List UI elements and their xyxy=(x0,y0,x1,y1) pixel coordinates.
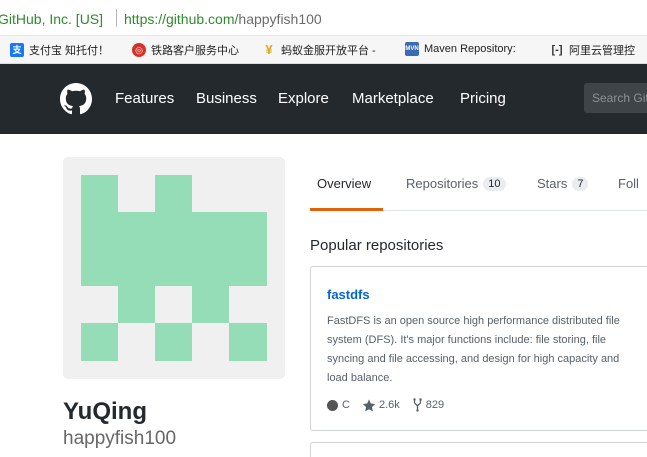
maven-icon: MVN xyxy=(405,42,419,56)
address-bar[interactable]: GitHub, Inc. [US] https://github.com/hap… xyxy=(0,0,647,36)
active-tab-indicator xyxy=(310,208,383,211)
identicon-block xyxy=(155,323,192,361)
identicon-block xyxy=(81,212,267,249)
repo-description: FastDFS is an open source high performan… xyxy=(327,315,620,384)
aliyun-icon: [-] xyxy=(551,44,563,56)
bookmark-maven[interactable]: MVN Maven Repository: xyxy=(405,42,516,56)
identicon-block xyxy=(192,286,229,323)
bookmarks-bar: 支 支付宝 知托付！ ◎ 铁路客户服务中心 ¥ 蚂蚁金服开放平台 - MVN M… xyxy=(0,36,647,64)
repo-meta: C 2.6k 829 xyxy=(327,398,444,412)
url-text[interactable]: https://github.com/happyfish100 xyxy=(124,11,322,27)
profile-fullname: YuQing xyxy=(63,398,147,425)
bookmark-label: 阿里云管理控 xyxy=(569,45,635,57)
repo-stars[interactable]: 2.6k xyxy=(379,399,400,411)
bookmark-label: 蚂蚁金服开放平台 - xyxy=(281,45,376,57)
repo-card xyxy=(310,442,647,457)
language-color-icon xyxy=(327,399,338,411)
repo-card: fastdfs FastDFS is an open source high p… xyxy=(310,266,647,431)
tab-label: Stars xyxy=(537,176,568,191)
bookmark-ant[interactable]: ¥ 蚂蚁金服开放平台 - xyxy=(262,42,376,58)
repo-forks[interactable]: 829 xyxy=(426,399,444,411)
avatar[interactable] xyxy=(63,157,285,379)
tab-label: Repositories xyxy=(406,176,479,191)
github-logo-icon[interactable] xyxy=(60,83,92,115)
alipay-icon: 支 xyxy=(10,43,24,57)
bookmark-label: Maven Repository: xyxy=(424,43,516,55)
bookmark-railway[interactable]: ◎ 铁路客户服务中心 xyxy=(132,42,239,58)
ant-icon: ¥ xyxy=(265,42,273,57)
nav-business[interactable]: Business xyxy=(196,90,257,107)
identicon-block xyxy=(229,323,267,361)
repositories-count: 10 xyxy=(483,176,506,191)
tab-label: Overview xyxy=(317,176,372,191)
tab-repositories[interactable]: Repositories 10 xyxy=(406,176,506,191)
repo-name-link[interactable]: fastdfs xyxy=(327,287,370,302)
tab-followers[interactable]: Foll xyxy=(618,176,639,191)
star-icon[interactable] xyxy=(362,398,376,412)
url-host: https://github.com/ xyxy=(124,11,239,27)
nav-pricing[interactable]: Pricing xyxy=(460,90,506,107)
profile-tabs: Overview Repositories 10 Stars 7 Foll xyxy=(310,157,647,211)
search-input[interactable]: Search GitHub xyxy=(584,83,647,113)
url-path: happyfish100 xyxy=(238,11,322,27)
identicon-block xyxy=(155,175,192,212)
tab-overview[interactable]: Overview xyxy=(317,176,371,191)
address-divider xyxy=(116,9,117,27)
identicon-block xyxy=(81,175,118,212)
bookmark-label: 支付宝 知托付！ xyxy=(29,45,110,57)
nav-explore[interactable]: Explore xyxy=(278,90,329,107)
repo-language: C xyxy=(342,399,350,411)
identicon-block xyxy=(81,323,118,361)
popular-repositories-heading: Popular repositories xyxy=(310,237,444,254)
bookmark-alipay[interactable]: 支 支付宝 知托付！ xyxy=(10,42,109,58)
stars-count: 7 xyxy=(572,176,589,191)
site-identity[interactable]: GitHub, Inc. [US] xyxy=(0,11,103,27)
search-placeholder: Search GitHub xyxy=(592,91,647,105)
identicon-block xyxy=(81,249,267,286)
railway-icon: ◎ xyxy=(132,43,146,57)
tab-stars[interactable]: Stars 7 xyxy=(537,176,589,191)
nav-features[interactable]: Features xyxy=(115,90,174,107)
profile-username: happyfish100 xyxy=(63,428,177,449)
tab-label: Foll xyxy=(618,176,639,191)
bookmark-label: 铁路客户服务中心 xyxy=(151,45,239,57)
github-header: Features Business Explore Marketplace Pr… xyxy=(0,64,647,134)
nav-marketplace[interactable]: Marketplace xyxy=(352,90,434,107)
bookmark-aliyun[interactable]: [-] 阿里云管理控 xyxy=(550,42,636,58)
fork-icon[interactable] xyxy=(412,398,423,412)
identicon-block xyxy=(118,286,155,323)
